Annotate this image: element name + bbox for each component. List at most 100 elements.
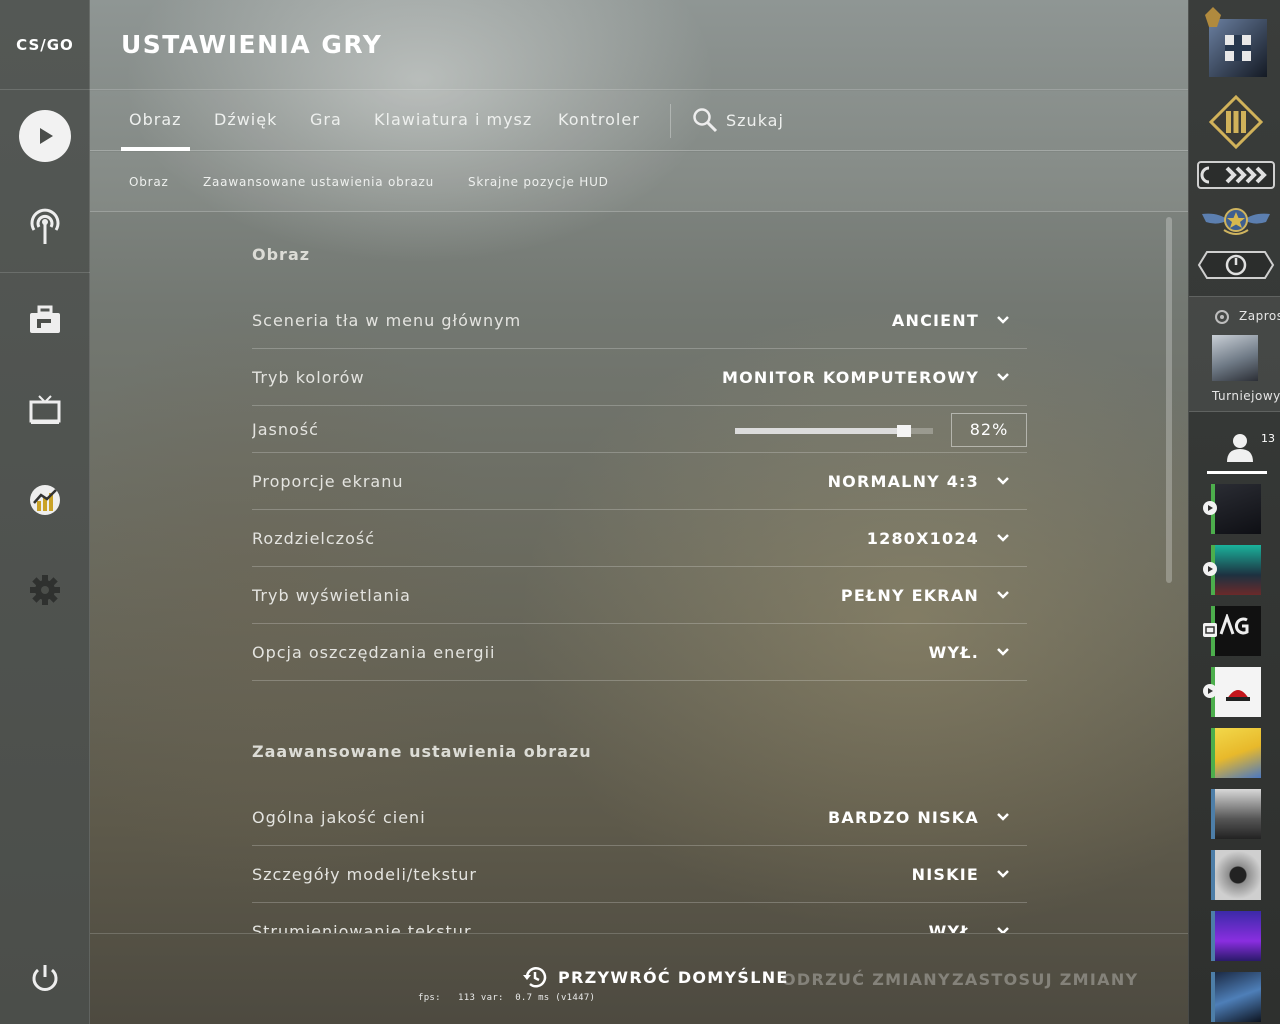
setting-value[interactable]: PEŁNY EKRAN — [841, 567, 979, 624]
friends-list-header[interactable]: 13 — [1207, 422, 1275, 474]
friend-avatar[interactable] — [1211, 789, 1261, 839]
chevron-down-icon[interactable] — [995, 530, 1011, 546]
friend-avatar-image — [1215, 789, 1261, 839]
setting-value[interactable]: MONITOR KOMPUTEROWY — [722, 349, 979, 406]
invite-notification[interactable]: Zapros Turniejowy — [1189, 296, 1280, 412]
search-button[interactable]: Szukaj — [692, 107, 784, 133]
friend-avatar[interactable] — [1211, 972, 1261, 1022]
friend-avatar-image — [1215, 667, 1261, 717]
settings-button[interactable] — [17, 562, 73, 618]
chevron-down-icon[interactable] — [995, 369, 1011, 385]
slider-fill — [735, 428, 897, 434]
setting-value[interactable]: NORMALNY 4:3 — [828, 453, 979, 510]
play-icon — [1203, 501, 1217, 515]
inventory-briefcase-icon — [30, 305, 60, 333]
setting-value[interactable]: NISKIE — [912, 846, 979, 903]
inviter-avatar — [1212, 335, 1258, 381]
settings-gear-icon — [30, 575, 60, 605]
broadcast-icon — [30, 208, 60, 244]
brightness-value-input[interactable]: 82% — [951, 413, 1027, 447]
discard-changes-button[interactable]: ODRZUĆ ZMIANY — [782, 970, 951, 989]
friend-avatar[interactable] — [1211, 850, 1261, 900]
friend-avatar[interactable] — [1211, 728, 1261, 778]
setting-value[interactable]: ANCIENT — [892, 292, 979, 349]
subtab-skrajne-pozycje-hud[interactable]: Skrajne pozycje HUD — [468, 152, 609, 212]
tab-dzwiek[interactable]: Dźwięk — [214, 91, 277, 151]
tab-klawiatura-i-mysz[interactable]: Klawiatura i mysz — [374, 91, 532, 151]
friend-avatar[interactable] — [1211, 911, 1261, 961]
setting-row-aspect-ratio[interactable]: Proporcje ekranu NORMALNY 4:3 — [252, 453, 1027, 510]
apply-changes-button[interactable]: ZASTOSUJ ZMIANY — [952, 970, 1138, 989]
friend-avatar-image — [1215, 972, 1261, 1022]
setting-row-texture-streaming[interactable]: Strumieniowanie tekstur WYŁ. — [252, 903, 1027, 933]
setting-row-display-mode[interactable]: Tryb wyświetlania PEŁNY EKRAN — [252, 567, 1027, 624]
section-title-obraz: Obraz — [252, 245, 311, 264]
friend-avatar[interactable] — [1203, 667, 1261, 717]
settings-scrollbar[interactable] — [1166, 217, 1172, 583]
setting-row-power-saving[interactable]: Opcja oszczędzania energii WYŁ. — [252, 624, 1027, 681]
setting-row-menu-background[interactable]: Sceneria tła w menu głównym ANCIENT — [252, 292, 1027, 349]
chevron-down-icon[interactable] — [995, 866, 1011, 882]
tab-gra[interactable]: Gra — [310, 91, 342, 151]
left-navigation: CS/GO — [0, 0, 90, 1024]
stats-button[interactable] — [17, 472, 73, 528]
friend-avatar[interactable] — [1203, 606, 1261, 656]
setting-label: Sceneria tła w menu głównym — [252, 311, 522, 330]
play-icon — [1203, 562, 1217, 576]
brightness-slider[interactable] — [735, 425, 933, 437]
player-avatar[interactable] — [1197, 6, 1275, 78]
restore-defaults-button[interactable]: PRZYWRÓĆ DOMYŚLNE — [522, 964, 789, 990]
csgo-logo[interactable]: CS/GO — [0, 0, 90, 90]
logo-text: CS/GO — [16, 35, 74, 54]
inventory-button[interactable] — [17, 292, 73, 348]
settings-list: Obraz Sceneria tła w menu głównym ANCIEN… — [252, 213, 1027, 933]
setting-label: Proporcje ekranu — [252, 472, 404, 491]
setting-row-color-mode[interactable]: Tryb kolorów MONITOR KOMPUTEROWY — [252, 349, 1027, 406]
stats-chart-icon — [30, 485, 60, 515]
settings-tabs: Obraz Dźwięk Gra Klawiatura i mysz Kontr… — [90, 91, 1188, 151]
setting-row-model-texture-detail[interactable]: Szczegóły modeli/tekstur NISKIE — [252, 846, 1027, 903]
chevron-down-icon[interactable] — [995, 473, 1011, 489]
setting-value[interactable]: WYŁ. — [929, 903, 979, 933]
inviter-name: Turniejowy — [1212, 389, 1280, 403]
friend-avatar[interactable] — [1203, 484, 1261, 534]
subtab-obraz[interactable]: Obraz — [129, 152, 169, 212]
right-social-panel: Zapros Turniejowy 13 — [1188, 0, 1280, 1024]
section-title-advanced: Zaawansowane ustawienia obrazu — [252, 742, 592, 761]
setting-row-shadow-quality[interactable]: Ogólna jakość cieni BARDZO NISKA — [252, 789, 1027, 846]
invite-label: Zapros — [1239, 309, 1280, 323]
play-icon — [19, 110, 71, 162]
star-wings-icon — [1202, 208, 1270, 235]
wingman-rank-badge[interactable] — [1197, 158, 1275, 192]
tab-obraz[interactable]: Obraz — [121, 91, 189, 151]
chevron-down-icon[interactable] — [995, 587, 1011, 603]
slider-handle[interactable] — [897, 425, 911, 437]
play-button[interactable] — [17, 108, 73, 164]
footer-actions: PRZYWRÓĆ DOMYŚLNE ODRZUĆ ZMIANY ZASTOSUJ… — [90, 933, 1188, 1024]
history-restore-icon — [523, 967, 547, 988]
chevron-down-icon[interactable] — [995, 923, 1011, 933]
watch-tv-icon — [1203, 623, 1217, 637]
danger-zone-rank-badge[interactable] — [1197, 248, 1275, 282]
broadcast-button[interactable] — [17, 198, 73, 254]
chevron-down-icon[interactable] — [995, 809, 1011, 825]
search-label: Szukaj — [726, 110, 784, 130]
arrows-rank-icon — [1197, 161, 1275, 189]
watch-button[interactable] — [17, 382, 73, 438]
laurel-icon — [1215, 310, 1229, 324]
setting-row-resolution[interactable]: Rozdzielczość 1280X1024 — [252, 510, 1027, 567]
setting-value[interactable]: 1280X1024 — [867, 510, 979, 567]
player-avatar-image — [1205, 7, 1267, 77]
chevron-down-icon[interactable] — [995, 644, 1011, 660]
quit-button[interactable] — [17, 950, 73, 1006]
service-medal[interactable] — [1197, 198, 1275, 242]
setting-value[interactable]: BARDZO NISKA — [828, 789, 979, 846]
friend-avatar[interactable] — [1203, 545, 1261, 595]
rank-badge[interactable] — [1197, 92, 1275, 152]
chevron-down-icon[interactable] — [995, 312, 1011, 328]
friend-avatar-image — [1215, 484, 1261, 534]
subtab-zaawansowane[interactable]: Zaawansowane ustawienia obrazu — [203, 152, 434, 212]
tab-kontroler[interactable]: Kontroler — [558, 91, 640, 151]
setting-value[interactable]: WYŁ. — [929, 624, 979, 681]
page-title: USTAWIENIA GRY — [121, 30, 383, 59]
